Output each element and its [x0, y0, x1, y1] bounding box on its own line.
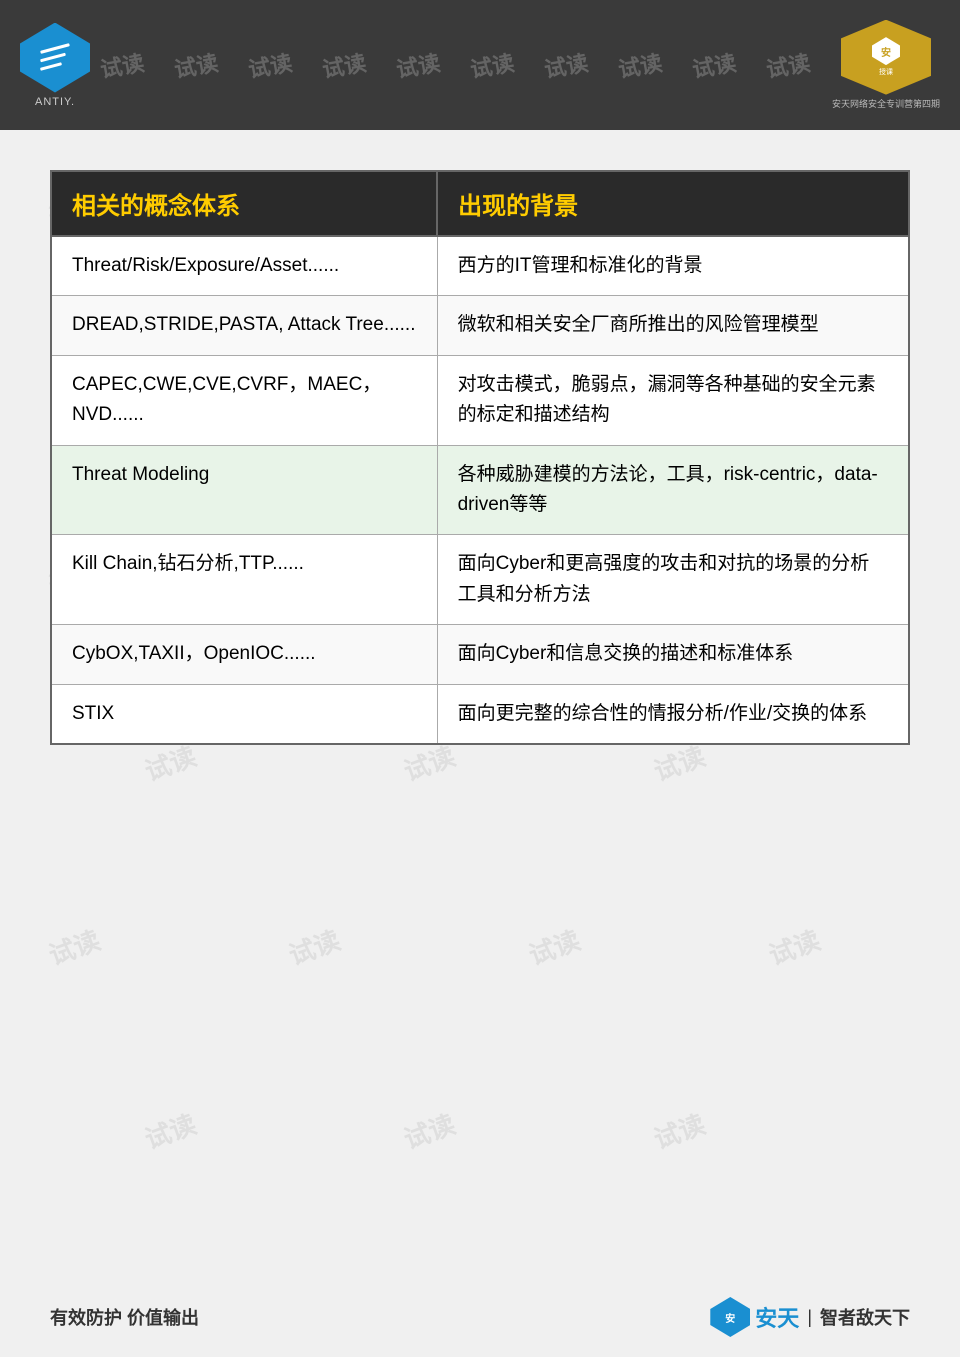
header-right-badge: 安 授课 安天网络安全专训营第四期 [832, 20, 940, 111]
table-cell-left: Threat Modeling [51, 445, 437, 535]
watermark: 试读 [320, 45, 369, 84]
table-cell-right: 西方的IT管理和标准化的背景 [437, 236, 909, 296]
footer-slogan: 智者敌天下 [820, 1304, 910, 1330]
table-row: Threat/Risk/Exposure/Asset...... 西方的IT管理… [51, 236, 909, 296]
table-cell-left: STIX [51, 684, 437, 744]
col1-header: 相关的概念体系 [51, 171, 437, 236]
logo-line [40, 53, 66, 63]
table-cell-right: 面向Cyber和更高强度的攻击和对抗的场景的分析工具和分析方法 [437, 535, 909, 625]
watermark: 试读 [616, 45, 665, 84]
watermark: 试读 [98, 45, 147, 84]
table-cell-right: 对攻击模式，脆弱点，漏洞等各种基础的安全元素的标定和描述结构 [437, 355, 909, 445]
col2-header: 出现的背景 [437, 171, 909, 236]
header-watermarks: 试读 试读 试读 试读 试读 试读 试读 试读 试读 试读 [0, 0, 960, 130]
watermark: 试读 [394, 45, 443, 84]
footer-right: 安 安天 | 智者敌天下 [710, 1297, 910, 1337]
watermark: 试读 [172, 45, 221, 84]
watermark: 试读 [246, 45, 295, 84]
logo: ANTIY. [20, 23, 90, 108]
table-cell-left: DREAD,STRIDE,PASTA, Attack Tree...... [51, 296, 437, 355]
page-watermark: 试读 [139, 1104, 201, 1157]
header: 试读 试读 试读 试读 试读 试读 试读 试读 试读 试读 ANTIY. 安 授… [0, 0, 960, 130]
watermark: 试读 [542, 45, 591, 84]
footer-left-text: 有效防护 价值输出 [50, 1304, 199, 1330]
table-row: DREAD,STRIDE,PASTA, Attack Tree...... 微软… [51, 296, 909, 355]
table-cell-right: 微软和相关安全厂商所推出的风险管理模型 [437, 296, 909, 355]
table-row: CAPEC,CWE,CVE,CVRF，MAEC，NVD...... 对攻击模式，… [51, 355, 909, 445]
page-watermark: 试读 [648, 1104, 710, 1157]
table-cell-right: 面向Cyber和信息交换的描述和标准体系 [437, 625, 909, 684]
table-cell-left: Kill Chain,钻石分析,TTP...... [51, 535, 437, 625]
page-watermark: 试读 [43, 920, 105, 973]
footer-separator: | [807, 1307, 812, 1328]
concept-table: 相关的概念体系 出现的背景 Threat/Risk/Exposure/Asset… [50, 170, 910, 745]
watermark: 试读 [468, 45, 517, 84]
table-cell-left: CybOX,TAXII，OpenIOC...... [51, 625, 437, 684]
logo-lines [35, 42, 75, 73]
page-watermark: 试读 [763, 920, 825, 973]
logo-diamond [20, 23, 90, 93]
table-row: CybOX,TAXII，OpenIOC...... 面向Cyber和信息交换的描… [51, 625, 909, 684]
page-watermark: 试读 [523, 920, 585, 973]
table-cell-right: 面向更完整的综合性的情报分析/作业/交换的体系 [437, 684, 909, 744]
watermark: 试读 [764, 45, 813, 84]
footer-antiy-text: 安天 [755, 1301, 799, 1333]
logo-line [40, 43, 70, 54]
table-cell-right: 各种威胁建模的方法论，工具，risk-centric，data-driven等等 [437, 445, 909, 535]
badge-sub-text: 安天网络安全专训营第四期 [832, 99, 940, 111]
table-row: Kill Chain,钻石分析,TTP...... 面向Cyber和更高强度的攻… [51, 535, 909, 625]
table-row: STIX 面向更完整的综合性的情报分析/作业/交换的体系 [51, 684, 909, 744]
table-cell-left: Threat/Risk/Exposure/Asset...... [51, 236, 437, 296]
watermark: 试读 [690, 45, 739, 84]
table-cell-left: CAPEC,CWE,CVE,CVRF，MAEC，NVD...... [51, 355, 437, 445]
page-watermark: 试读 [283, 920, 345, 973]
table-row: Threat Modeling 各种威胁建模的方法论，工具，risk-centr… [51, 445, 909, 535]
logo-text: ANTIY. [35, 96, 75, 108]
page-watermark: 试读 [398, 1104, 460, 1157]
main-content: 相关的概念体系 出现的背景 Threat/Risk/Exposure/Asset… [0, 130, 960, 775]
logo-line [40, 62, 62, 71]
antiy-badge: 安 授课 [841, 20, 931, 95]
badge-text: 授课 [879, 68, 893, 77]
footer: 有效防护 价值输出 安 安天 | 智者敌天下 [0, 1297, 960, 1337]
footer-logo-diamond: 安 [710, 1297, 750, 1337]
